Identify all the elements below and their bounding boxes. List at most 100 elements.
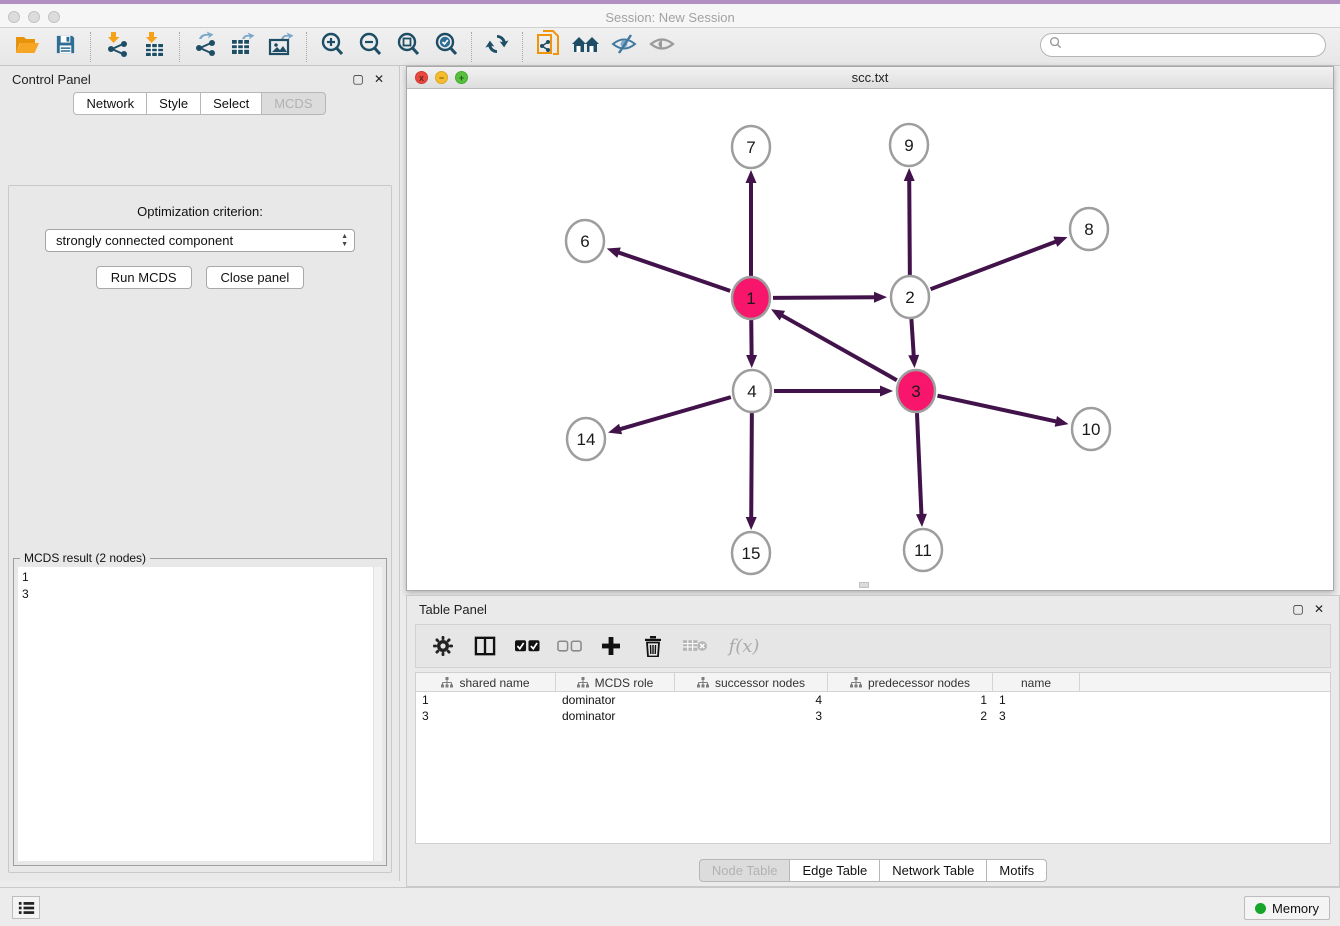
graph-node-15[interactable]: 15 — [732, 532, 770, 574]
table-cell[interactable]: dominator — [556, 692, 675, 708]
open-session-button[interactable] — [8, 30, 46, 64]
table-cell[interactable]: 1 — [993, 692, 1080, 708]
save-session-button[interactable] — [46, 30, 84, 64]
float-table-panel-icon[interactable]: ▢ — [1290, 602, 1306, 616]
graph-node-8[interactable]: 8 — [1070, 208, 1108, 250]
zoom-out-button[interactable] — [351, 30, 389, 64]
export-table-button[interactable] — [224, 30, 262, 64]
canvas-grip[interactable] — [859, 582, 869, 588]
graph-edge-4-3[interactable] — [774, 386, 893, 397]
network-window-title: scc.txt — [407, 70, 1333, 85]
deselect-all-button[interactable] — [556, 631, 582, 661]
network-window-titlebar[interactable]: x − + scc.txt — [407, 67, 1333, 89]
graph-edge-3-11[interactable] — [916, 413, 927, 527]
zoom-in-button[interactable] — [313, 30, 351, 64]
graph-node-3[interactable]: 3 — [897, 370, 935, 412]
table-settings-button[interactable] — [430, 631, 456, 661]
graph-edge-4-14[interactable] — [608, 397, 731, 434]
fx-icon: f(x) — [729, 636, 760, 657]
zoom-fit-button[interactable] — [389, 30, 427, 64]
clone-network-button[interactable] — [529, 30, 567, 64]
result-scrollbar[interactable] — [373, 567, 382, 861]
graph-node-11[interactable]: 11 — [904, 529, 942, 571]
graph-edge-3-10[interactable] — [937, 396, 1068, 427]
table-cell[interactable]: 4 — [675, 692, 828, 708]
zoom-selected-button[interactable] — [427, 30, 465, 64]
graph-node-6[interactable]: 6 — [566, 220, 604, 262]
graph-node-2[interactable]: 2 — [891, 276, 929, 318]
graph-edge-2-8[interactable] — [931, 237, 1068, 290]
tab-motifs[interactable]: Motifs — [986, 859, 1047, 882]
show-panels-button[interactable] — [643, 30, 681, 64]
table-cell[interactable]: dominator — [556, 708, 675, 724]
graph-node-4[interactable]: 4 — [733, 370, 771, 412]
column-header-name[interactable]: name — [993, 673, 1080, 692]
table-cell[interactable]: 1 — [828, 692, 993, 708]
tab-edge-table[interactable]: Edge Table — [789, 859, 879, 882]
graph-edge-1-4[interactable] — [746, 320, 757, 368]
float-panel-icon[interactable]: ▢ — [350, 72, 366, 86]
table-cell[interactable]: 3 — [993, 708, 1080, 724]
memory-button[interactable]: Memory — [1244, 896, 1330, 920]
close-table-panel-icon[interactable]: ✕ — [1311, 602, 1327, 616]
tab-node-table[interactable]: Node Table — [699, 859, 790, 882]
refresh-icon — [485, 32, 509, 61]
search-input[interactable] — [1062, 36, 1325, 54]
tab-style[interactable]: Style — [146, 92, 200, 115]
tab-select[interactable]: Select — [200, 92, 261, 115]
table-cell[interactable]: 3 — [675, 708, 828, 724]
close-panel-button[interactable]: Close panel — [206, 266, 305, 289]
export-image-button[interactable] — [262, 30, 300, 64]
column-header-MCDS-role[interactable]: MCDS role — [556, 673, 675, 692]
delete-table-button[interactable] — [682, 631, 708, 661]
column-header-successor-nodes[interactable]: successor nodes — [675, 673, 828, 692]
close-panel-icon[interactable]: ✕ — [371, 72, 387, 86]
graph-node-10[interactable]: 10 — [1072, 408, 1110, 450]
attribute-icon — [577, 677, 589, 688]
toolbar-separator — [90, 32, 91, 62]
graph-node-1[interactable]: 1 — [732, 277, 770, 319]
select-all-button[interactable] — [514, 631, 540, 661]
table-cell[interactable]: 2 — [828, 708, 993, 724]
graph-node-7[interactable]: 7 — [732, 126, 770, 168]
column-header-predecessor-nodes[interactable]: predecessor nodes — [828, 673, 993, 692]
graph-node-9[interactable]: 9 — [890, 124, 928, 166]
mcds-result-text[interactable]: 13 — [18, 567, 382, 861]
graph-edge-1-2[interactable] — [773, 292, 887, 303]
import-network-button[interactable] — [97, 30, 135, 64]
graph-edge-2-9[interactable] — [904, 168, 915, 275]
table-panel: Table Panel ▢ ✕ — [406, 595, 1340, 887]
apply-layout-button[interactable] — [478, 30, 516, 64]
show-task-history-button[interactable] — [12, 896, 40, 919]
table-row[interactable]: 3dominator323 — [416, 708, 1330, 724]
optimization-criterion-select[interactable]: strongly connected component ▲▼ — [45, 229, 355, 252]
tab-network-table[interactable]: Network Table — [879, 859, 986, 882]
graph-edge-2-3[interactable] — [908, 319, 919, 368]
table-cell[interactable]: 3 — [416, 708, 556, 724]
network-canvas[interactable]: 1 2 3 4 6 7 8 9 10 11 14 15 — [407, 89, 1333, 590]
graph-edge-3-1[interactable] — [771, 309, 897, 380]
table-row[interactable]: 1dominator411 — [416, 692, 1330, 708]
function-builder-button[interactable]: f(x) — [724, 631, 764, 661]
graph-edge-1-6[interactable] — [607, 247, 730, 290]
graph-edge-4-15[interactable] — [746, 413, 757, 530]
graph-edge-1-7[interactable] — [746, 170, 757, 276]
list-icon — [18, 901, 35, 915]
column-layout-button[interactable] — [472, 631, 498, 661]
column-header-shared-name[interactable]: shared name — [416, 673, 556, 692]
search-field[interactable] — [1040, 33, 1326, 57]
import-table-icon — [141, 31, 167, 62]
tab-network[interactable]: Network — [73, 92, 146, 115]
add-row-button[interactable] — [598, 631, 624, 661]
export-network-button[interactable] — [186, 30, 224, 64]
import-table-button[interactable] — [135, 30, 173, 64]
home-button[interactable] — [567, 30, 605, 64]
table-cell[interactable]: 1 — [416, 692, 556, 708]
graph-node-14[interactable]: 14 — [567, 418, 605, 460]
open-folder-icon — [14, 32, 40, 61]
delete-row-button[interactable] — [640, 631, 666, 661]
network-graph: 1 2 3 4 6 7 8 9 10 11 14 15 — [407, 89, 1333, 590]
run-mcds-button[interactable]: Run MCDS — [96, 266, 192, 289]
hide-panels-button[interactable] — [605, 30, 643, 64]
tab-mcds[interactable]: MCDS — [261, 92, 325, 115]
